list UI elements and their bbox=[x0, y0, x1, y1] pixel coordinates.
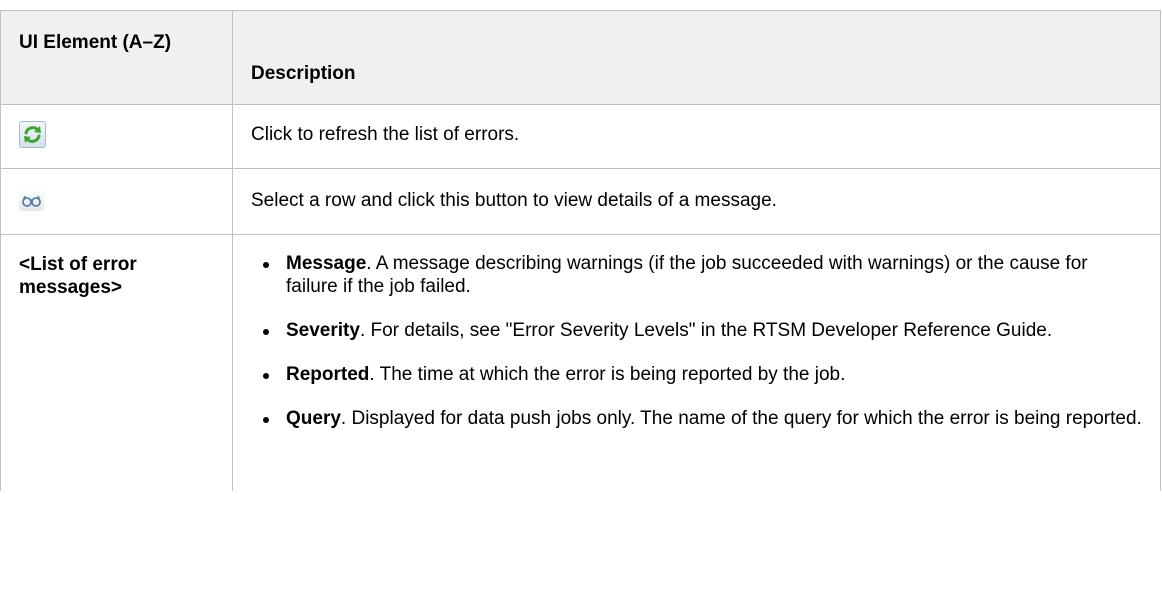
table-row: Click to refresh the list of errors. bbox=[0, 104, 1161, 169]
header-ui-element: UI Element (A–Z) bbox=[0, 10, 233, 105]
field-list: Message. A message describing warnings (… bbox=[255, 252, 1142, 430]
field-text: . The time at which the error is being r… bbox=[369, 364, 846, 385]
field-text: . A message describing warnings (if the … bbox=[286, 253, 1088, 297]
view-details-icon bbox=[19, 189, 44, 211]
table-row: Select a row and click this button to vi… bbox=[0, 168, 1161, 235]
page: UI Element (A–Z) Description Click to re… bbox=[0, 0, 1162, 603]
field-term: Message bbox=[286, 253, 367, 274]
table-header-row: UI Element (A–Z) Description bbox=[0, 10, 1161, 105]
element-cell bbox=[0, 168, 233, 235]
header-description: Description bbox=[232, 10, 1161, 105]
field-text: . Displayed for data push jobs only. The… bbox=[340, 408, 1142, 429]
description-cell: Message. A message describing warnings (… bbox=[232, 234, 1161, 491]
list-item: Message. A message describing warnings (… bbox=[255, 252, 1142, 298]
field-term: Query bbox=[286, 408, 341, 429]
refresh-icon bbox=[19, 121, 46, 148]
element-cell bbox=[0, 104, 233, 169]
list-item: Query. Displayed for data push jobs only… bbox=[255, 407, 1142, 430]
list-item: Reported. The time at which the error is… bbox=[255, 363, 1142, 386]
ui-elements-table: UI Element (A–Z) Description Click to re… bbox=[0, 10, 1161, 491]
element-cell-error-list: <List of error messages> bbox=[0, 234, 233, 491]
list-item: Severity. For details, see "Error Severi… bbox=[255, 319, 1142, 342]
field-term: Reported bbox=[286, 364, 370, 385]
field-text: . For details, see "Error Severity Level… bbox=[359, 320, 1053, 341]
field-term: Severity bbox=[286, 320, 360, 341]
description-cell: Select a row and click this button to vi… bbox=[232, 168, 1161, 235]
table-row: <List of error messages> Message. A mess… bbox=[0, 234, 1161, 491]
description-cell: Click to refresh the list of errors. bbox=[232, 104, 1161, 169]
